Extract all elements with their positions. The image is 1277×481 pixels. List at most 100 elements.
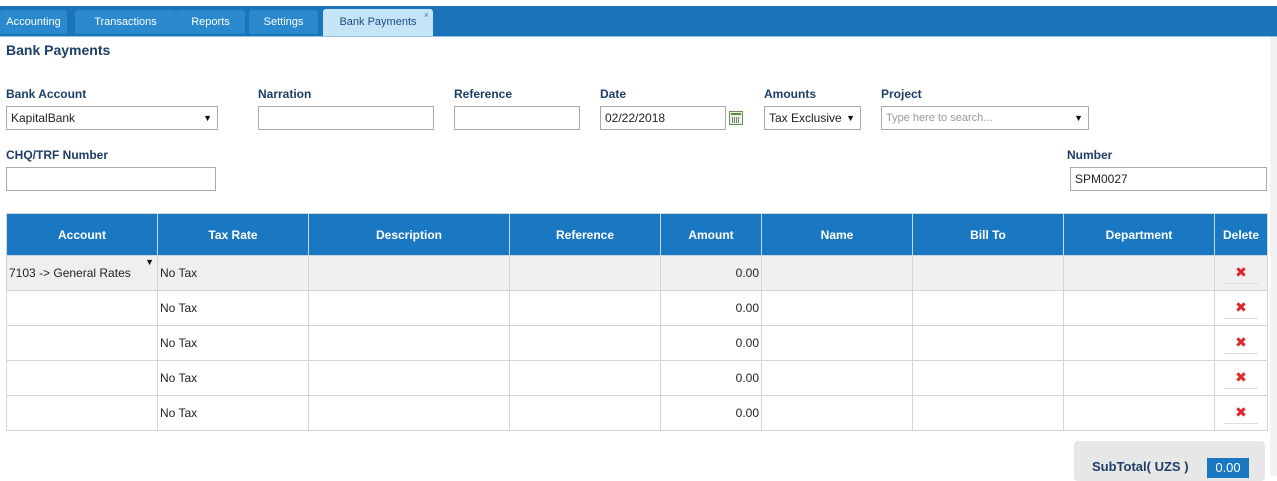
date-input[interactable]: 02/22/2018 xyxy=(600,106,726,130)
delete-button[interactable]: ✖ xyxy=(1224,262,1258,284)
amount-cell[interactable]: 0.00 xyxy=(660,255,762,291)
description-cell[interactable] xyxy=(308,395,510,431)
account-cell[interactable] xyxy=(6,360,158,396)
name-cell[interactable] xyxy=(761,325,913,361)
reference-cell[interactable] xyxy=(509,290,661,326)
line-items-table: Account Tax Rate Description Reference A… xyxy=(6,213,1268,431)
tax-rate-cell[interactable]: No Tax xyxy=(157,325,309,361)
amount-cell[interactable]: 0.00 xyxy=(660,290,762,326)
table-header-row: Account Tax Rate Description Reference A… xyxy=(6,213,1268,256)
narration-input[interactable] xyxy=(258,106,434,130)
reference-cell[interactable] xyxy=(509,395,661,431)
bank-account-select[interactable]: KapitalBank ▼ xyxy=(6,106,218,130)
delete-icon: ✖ xyxy=(1235,404,1247,420)
subtotal-label: SubTotal( UZS ) xyxy=(1092,459,1189,474)
bill-to-cell[interactable] xyxy=(912,360,1064,396)
name-cell[interactable] xyxy=(761,360,913,396)
table-row: No Tax 0.00 ✖ xyxy=(6,290,1268,326)
reference-input[interactable] xyxy=(454,106,580,130)
bill-to-cell[interactable] xyxy=(912,395,1064,431)
col-header-account: Account xyxy=(6,213,158,256)
name-cell[interactable] xyxy=(761,395,913,431)
name-cell[interactable] xyxy=(761,255,913,291)
account-cell[interactable] xyxy=(6,395,158,431)
chevron-down-icon: ▼ xyxy=(145,257,154,267)
description-cell[interactable] xyxy=(308,325,510,361)
delete-icon: ✖ xyxy=(1235,334,1247,350)
account-cell[interactable] xyxy=(6,325,158,361)
tab-settings[interactable]: Settings xyxy=(249,10,318,34)
department-cell[interactable] xyxy=(1063,395,1215,431)
amounts-value: Tax Exclusive xyxy=(769,111,842,125)
amount-cell[interactable]: 0.00 xyxy=(660,360,762,396)
col-header-tax-rate: Tax Rate xyxy=(157,213,309,256)
tab-bank-payments-label: Bank Payments xyxy=(339,16,417,28)
close-tab-icon[interactable]: × xyxy=(424,2,429,28)
tax-rate-cell[interactable]: No Tax xyxy=(157,255,309,291)
reference-label: Reference xyxy=(454,87,513,101)
amount-cell[interactable]: 0.00 xyxy=(660,395,762,431)
tax-rate-cell[interactable]: No Tax xyxy=(157,360,309,396)
reference-cell[interactable] xyxy=(509,255,661,291)
delete-button[interactable]: ✖ xyxy=(1224,402,1258,424)
delete-cell: ✖ xyxy=(1214,325,1268,361)
delete-cell: ✖ xyxy=(1214,360,1268,396)
delete-button[interactable]: ✖ xyxy=(1224,367,1258,389)
amounts-label: Amounts xyxy=(764,87,816,101)
chq-trf-input[interactable] xyxy=(6,167,216,191)
bank-account-value: KapitalBank xyxy=(11,111,76,125)
description-cell[interactable] xyxy=(308,255,510,291)
delete-button[interactable]: ✖ xyxy=(1224,332,1258,354)
table-row: No Tax 0.00 ✖ xyxy=(6,360,1268,396)
calendar-icon[interactable] xyxy=(729,111,743,125)
col-header-description: Description xyxy=(308,213,510,256)
delete-button[interactable]: ✖ xyxy=(1224,297,1258,319)
date-label: Date xyxy=(600,87,627,101)
project-placeholder: Type here to search... xyxy=(886,112,993,124)
number-label: Number xyxy=(1067,148,1113,162)
subtotal-value: 0.00 xyxy=(1207,458,1249,478)
chevron-down-icon: ▼ xyxy=(1074,113,1083,123)
project-select[interactable]: Type here to search... ▼ xyxy=(881,106,1089,130)
reference-cell[interactable] xyxy=(509,360,661,396)
bill-to-cell[interactable] xyxy=(912,290,1064,326)
delete-icon: ✖ xyxy=(1235,369,1247,385)
col-header-reference: Reference xyxy=(509,213,661,256)
account-value: 7103 -> General Rates xyxy=(9,266,131,280)
name-cell[interactable] xyxy=(761,290,913,326)
chq-trf-label: CHQ/TRF Number xyxy=(6,148,108,162)
tab-bank-payments[interactable]: Bank Payments × xyxy=(323,9,433,36)
col-header-name: Name xyxy=(761,213,913,256)
description-cell[interactable] xyxy=(308,360,510,396)
tab-reports[interactable]: Reports xyxy=(176,10,245,34)
tax-rate-cell[interactable]: No Tax xyxy=(157,290,309,326)
tab-bar: Accounting Transactions Reports Settings… xyxy=(0,0,1277,36)
delete-cell: ✖ xyxy=(1214,290,1268,326)
account-cell[interactable] xyxy=(6,290,158,326)
amounts-select[interactable]: Tax Exclusive ▼ xyxy=(764,106,861,130)
col-header-amount: Amount xyxy=(660,213,762,256)
description-cell[interactable] xyxy=(308,290,510,326)
bill-to-cell[interactable] xyxy=(912,255,1064,291)
department-cell[interactable] xyxy=(1063,290,1215,326)
amount-cell[interactable]: 0.00 xyxy=(660,325,762,361)
tab-accounting[interactable]: Accounting xyxy=(0,10,67,34)
account-cell[interactable]: 7103 -> General Rates ▼ xyxy=(6,255,158,291)
department-cell[interactable] xyxy=(1063,255,1215,291)
department-cell[interactable] xyxy=(1063,360,1215,396)
page-title: Bank Payments xyxy=(6,42,111,58)
number-input[interactable]: SPM0027 xyxy=(1070,167,1267,191)
subtotal-panel: SubTotal( UZS ) 0.00 xyxy=(1074,441,1265,481)
department-cell[interactable] xyxy=(1063,325,1215,361)
bill-to-cell[interactable] xyxy=(912,325,1064,361)
chevron-down-icon: ▼ xyxy=(203,113,212,123)
reference-cell[interactable] xyxy=(509,325,661,361)
tax-rate-cell[interactable]: No Tax xyxy=(157,395,309,431)
vertical-scrollbar[interactable] xyxy=(1270,37,1277,476)
table-row: 7103 -> General Rates ▼ No Tax 0.00 ✖ xyxy=(6,255,1268,291)
project-label: Project xyxy=(881,87,922,101)
chevron-down-icon: ▼ xyxy=(846,113,855,123)
delete-icon: ✖ xyxy=(1235,264,1247,280)
tab-transactions[interactable]: Transactions xyxy=(75,10,176,34)
delete-cell: ✖ xyxy=(1214,255,1268,291)
